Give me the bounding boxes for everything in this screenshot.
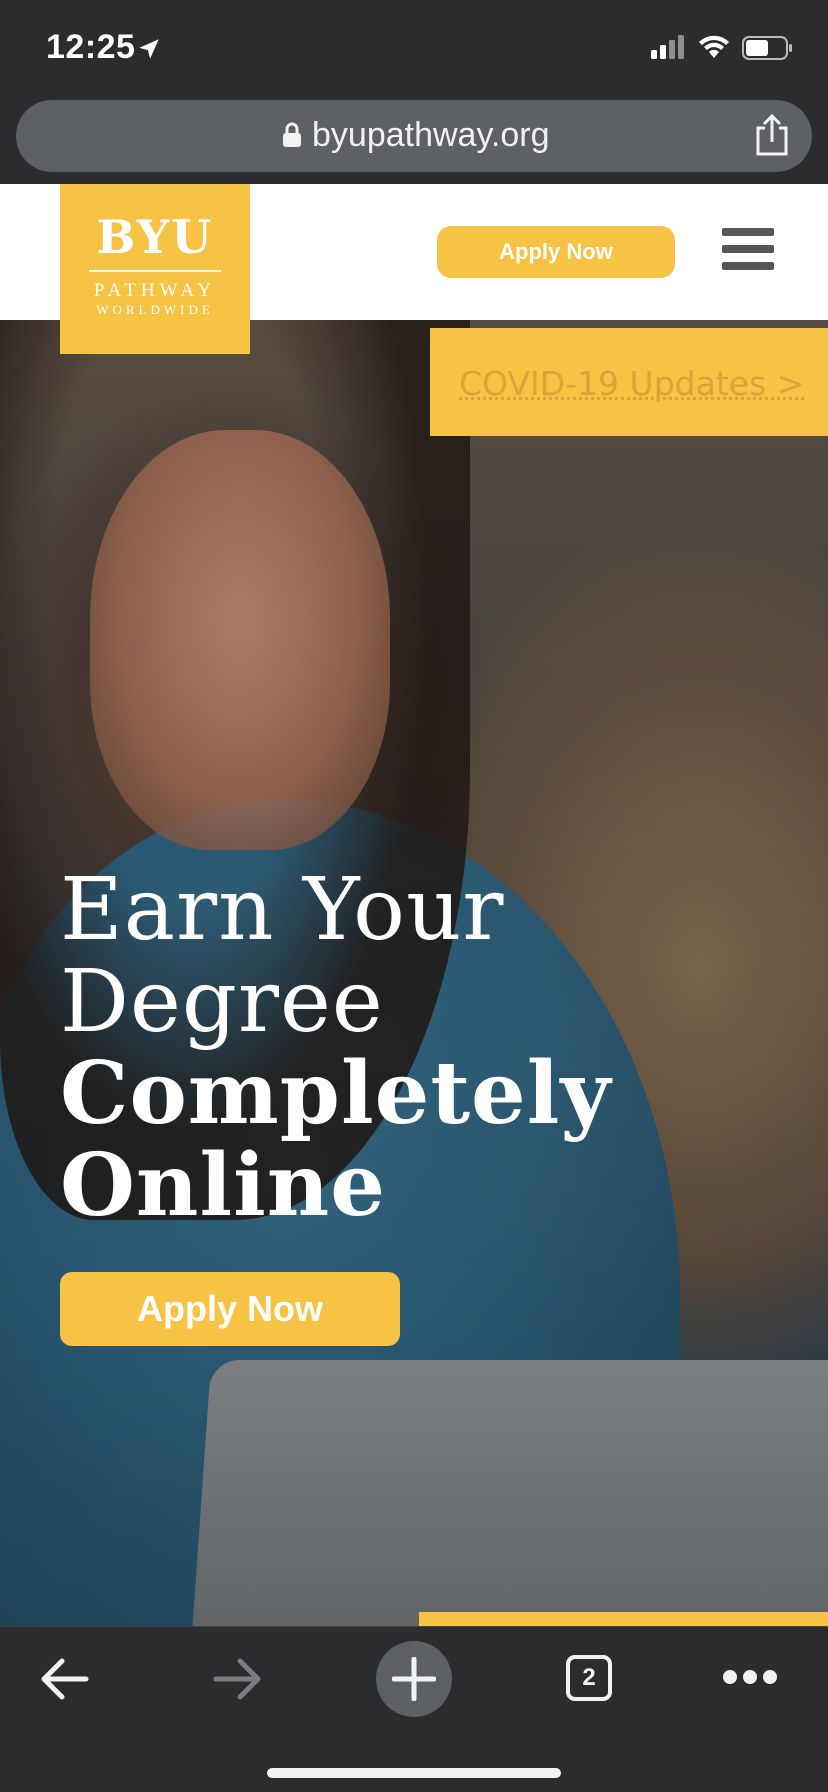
- hero-headline: Earn Your Degree Completely Online: [60, 864, 611, 1232]
- new-tab-plus-icon: [392, 1657, 436, 1701]
- headline-line-4: Online: [60, 1135, 387, 1236]
- logo-pathway: PATHWAY: [93, 280, 217, 301]
- more-icon[interactable]: [722, 1667, 778, 1687]
- covid-updates-link[interactable]: COVID-19 Updates >: [459, 364, 804, 403]
- bottom-accent-bar: [419, 1612, 828, 1626]
- signal-icon: [651, 35, 684, 59]
- share-icon[interactable]: [752, 114, 792, 156]
- logo-byu: BYU: [96, 210, 214, 264]
- status-time: 12:25: [46, 28, 136, 66]
- byu-pathway-logo[interactable]: BYU PATHWAY WORLDWIDE: [60, 184, 250, 354]
- tabs-icon[interactable]: 2: [566, 1655, 612, 1701]
- covid-banner[interactable]: COVID-19 Updates >: [430, 328, 828, 436]
- battery-icon: [742, 36, 792, 60]
- hamburger-menu-icon[interactable]: [722, 228, 774, 274]
- forward-arrow-icon[interactable]: [212, 1657, 264, 1701]
- back-arrow-icon[interactable]: [38, 1657, 90, 1701]
- location-arrow-icon: [139, 39, 159, 59]
- logo-worldwide: WORLDWIDE: [96, 302, 214, 317]
- address-bar[interactable]: byupathway.org: [16, 100, 812, 172]
- url-text: byupathway.org: [312, 116, 550, 154]
- new-tab-button[interactable]: [376, 1641, 452, 1717]
- header-apply-now-button[interactable]: Apply Now: [437, 226, 675, 278]
- logo-divider: [89, 270, 221, 272]
- lock-icon: [283, 122, 301, 147]
- headline-line-2: Degree: [60, 952, 384, 1052]
- headline-line-3: Completely: [60, 1043, 612, 1144]
- headline-line-1: Earn Your: [60, 860, 505, 960]
- wifi-icon: [699, 35, 729, 58]
- hero-apply-now-button[interactable]: Apply Now: [60, 1272, 400, 1346]
- status-bar: 12:25: [0, 0, 828, 96]
- home-indicator[interactable]: [267, 1768, 561, 1778]
